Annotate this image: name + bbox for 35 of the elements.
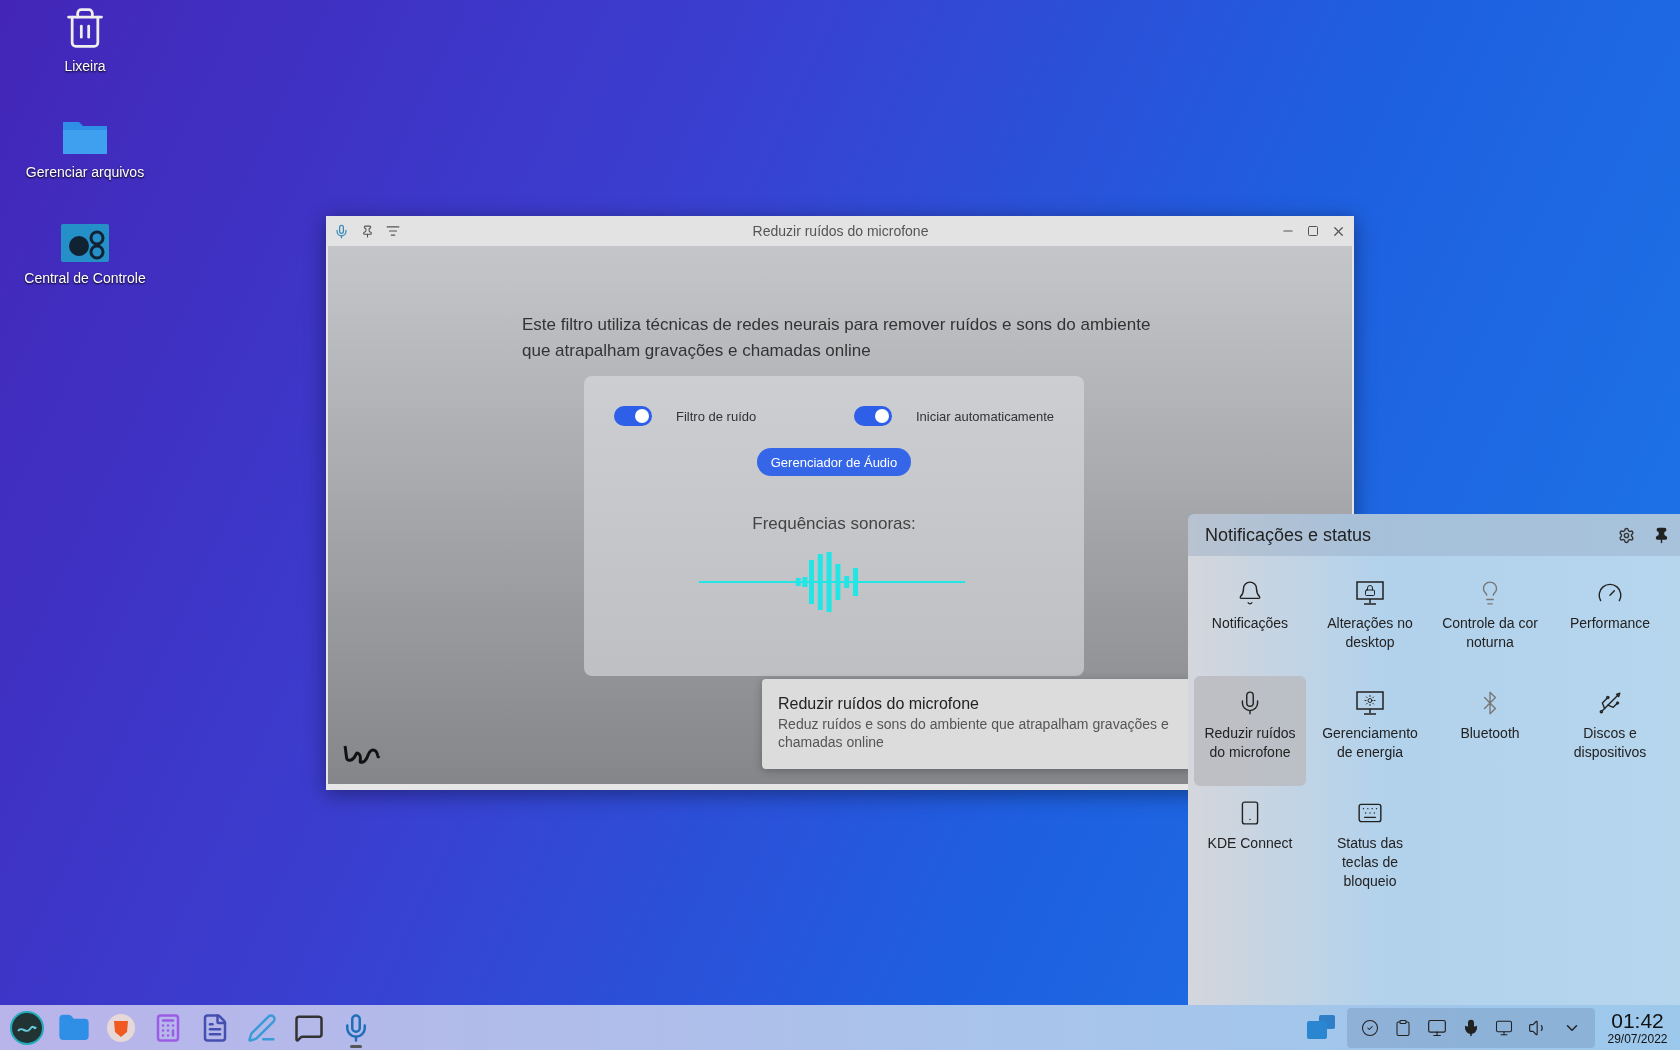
tooltip-title: Reduzir ruídos do microfone [778, 695, 980, 713]
status-item-label: Status das teclas de bloqueio [1335, 834, 1405, 891]
window-title: Reduzir ruídos do microfone [751, 223, 930, 239]
status-item-label: Bluetooth [1460, 724, 1520, 743]
popup-title: Notificações e status [1205, 524, 1373, 546]
status-item[interactable]: Notificações [1194, 566, 1306, 676]
desktop-icon-label[interactable]: Lixeira [64, 58, 106, 74]
status-item-label: Gerenciamento de energia [1321, 724, 1419, 762]
desktop-icon-label[interactable]: Gerenciar arquivos [25, 164, 145, 180]
status-item-label: KDE Connect [1207, 834, 1293, 853]
status-item[interactable]: Status das teclas de bloqueio [1314, 786, 1426, 896]
toggle-label: Filtro de ruído [676, 408, 757, 424]
status-item[interactable]: Discos e dispositivos [1554, 676, 1666, 786]
status-item-label: Discos e dispositivos [1572, 724, 1648, 762]
status-item-label: Reduzir ruídos do microfone [1203, 724, 1297, 762]
status-item[interactable]: Bluetooth [1434, 676, 1546, 786]
tooltip-text: Reduz ruídos e sons do ambiente que atrapalham gravações e chamadas online [778, 715, 1170, 751]
description-text: Este filtro utiliza técnicas de redes neurais para remover ruídos e sons do ambiente que atrapalham gravações e chamadas online [522, 314, 1152, 362]
clock-time: 01:42 [1611, 1009, 1664, 1032]
frequencies-label: Frequências sonoras: [752, 514, 916, 534]
status-item[interactable]: Alterações no desktop [1314, 566, 1426, 676]
status-item-label: Performance [1569, 614, 1651, 633]
status-item-label: Controle da cor noturna [1441, 614, 1539, 652]
audio-manager-button[interactable]: Gerenciador de Áudio [756, 448, 912, 476]
status-item-label: Notificações [1211, 614, 1289, 633]
status-item-label: Alterações no desktop [1326, 614, 1414, 652]
clock-date: 29/07/2022 [1607, 1031, 1668, 1046]
status-item[interactable]: KDE Connect [1194, 786, 1306, 896]
status-item[interactable]: Reduzir ruídos do microfone [1194, 676, 1306, 786]
clock[interactable]: 01:42 29/07/2022 [1595, 1009, 1680, 1046]
toggle-label: Iniciar automaticamente [916, 408, 1054, 424]
status-item[interactable]: Controle da cor noturna [1434, 566, 1546, 676]
status-item[interactable]: Performance [1554, 566, 1666, 676]
desktop-icon-label[interactable]: Central de Controle [24, 270, 146, 286]
status-item[interactable]: Gerenciamento de energia [1314, 676, 1426, 786]
